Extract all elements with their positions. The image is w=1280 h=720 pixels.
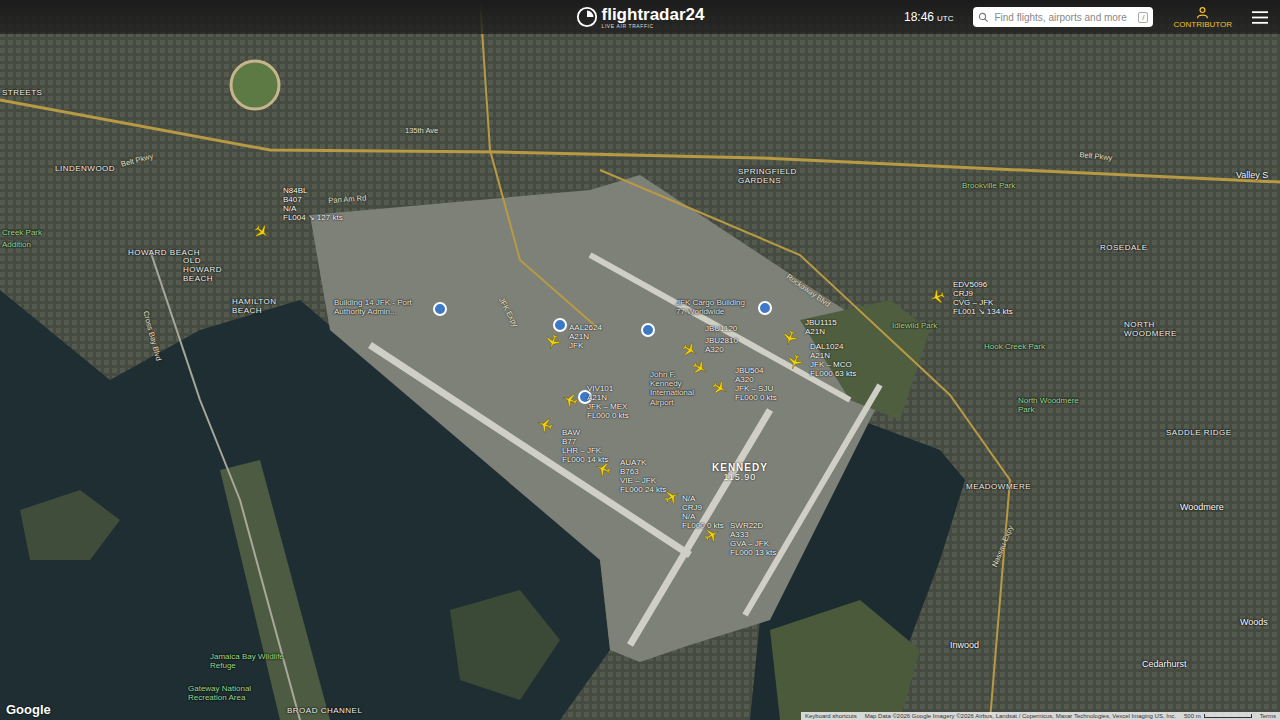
place-label: North Woodmere Park: [1018, 396, 1083, 414]
flight-label[interactable]: EDV5096CRJ9CVG – JFKFL001 ↘ 134 kts: [953, 280, 1013, 316]
logo[interactable]: flightradar24LIVE AIR TRAFFIC: [576, 6, 705, 29]
navaid-label[interactable]: KENNEDY115.90: [712, 462, 768, 483]
flight-label[interactable]: N84BLB407N/AFL004 ↘ 127 kts: [283, 186, 343, 222]
place-label: BROAD CHANNEL: [287, 706, 362, 715]
place-label: STREETS: [2, 88, 42, 97]
shortcuts-link[interactable]: Keyboard shortcuts: [805, 713, 857, 719]
place-label: Jamaica Bay Wildlife Refuge: [210, 652, 295, 670]
terms-link[interactable]: Terms: [1260, 713, 1276, 719]
top-bar: flightradar24LIVE AIR TRAFFIC 18:46UTC Fin…: [0, 0, 1280, 34]
place-label: Idlewild Park: [892, 321, 937, 330]
terminal-icon[interactable]: [433, 302, 447, 316]
flight-label[interactable]: JBU504A320JFK – SJUFL000 0 kts: [735, 366, 777, 402]
search-icon: [978, 12, 989, 23]
attribution-text: Map Data ©2026 Google Imagery ©2026 Airb…: [865, 713, 1176, 719]
place-label: Hook Creek Park: [984, 342, 1045, 351]
place-label: Building 14 JFK - Port Authority Admin..…: [334, 298, 429, 316]
flight-label[interactable]: BAWB77LHR – JFKFL000 14 kts: [562, 428, 608, 464]
place-label: MEADOWMERE: [966, 482, 1031, 491]
place-label: Woods: [1240, 617, 1268, 627]
place-label: SADDLE RIDGE: [1166, 428, 1232, 437]
search-field[interactable]: Find flights, airports and more/: [973, 7, 1153, 27]
clock: 18:46UTC: [904, 10, 953, 24]
terminal-icon[interactable]: [553, 318, 567, 332]
flight-label[interactable]: SWR22DA333GVA – JFKFL000 13 kts: [730, 521, 776, 557]
flight-label[interactable]: JBU2810A320: [705, 336, 738, 354]
flight-label[interactable]: N/ACRJ9N/AFL000 0 kts: [682, 494, 724, 530]
shortcut-key: /: [1138, 12, 1148, 23]
logo-tagline: LIVE AIR TRAFFIC: [602, 24, 705, 29]
place-label: HAMILTON BEACH: [232, 297, 282, 315]
place-label: Cedarhurst: [1142, 659, 1187, 669]
flight-label[interactable]: VIV101A21NJFK – MEXFL000 0 kts: [587, 384, 629, 420]
place-label: HOWARD BEACH: [128, 248, 200, 257]
flight-label[interactable]: DAL1024A21NJFK – MCOFL000 63 kts: [810, 342, 856, 378]
terminal-icon[interactable]: [641, 323, 655, 337]
person-icon: [1196, 6, 1209, 19]
place-label: LINDENWOOD: [55, 164, 115, 173]
place-label: OLD HOWARD BEACH: [183, 256, 238, 284]
place-label: NORTH WOODMERE: [1124, 320, 1189, 338]
menu-icon[interactable]: [1252, 11, 1268, 24]
place-label: ROSEDALE: [1100, 243, 1148, 252]
place-label: JFK Cargo Building 77 Worldwide: [676, 298, 756, 316]
radar-icon: [576, 6, 598, 28]
logo-name: flightradar24: [602, 6, 705, 23]
flight-label[interactable]: JBU1120: [705, 324, 737, 333]
flight-label[interactable]: JBU1115A21N: [805, 318, 837, 336]
road-label: 135th Ave: [405, 126, 438, 135]
google-logo: Google: [6, 702, 51, 717]
flight-map[interactable]: flightradar24LIVE AIR TRAFFIC 18:46UTC Fin…: [0, 0, 1280, 720]
place-label: Inwood: [950, 640, 979, 650]
attribution-bar: Keyboard shortcuts Map Data ©2026 Google …: [801, 712, 1280, 720]
contributor-button[interactable]: CONTRIBUTOR: [1173, 6, 1232, 29]
place-label: Gateway National Recreation Area: [188, 684, 278, 702]
place-label: Woodmere: [1180, 502, 1224, 512]
terminal-icon[interactable]: [758, 301, 772, 315]
scale-bar: 500 m: [1184, 713, 1252, 719]
satellite-map[interactable]: [0, 0, 1280, 720]
place-label: Creek Park: [2, 228, 42, 237]
flight-label[interactable]: AUA7KB763VIE – JFKFL000 24 kts: [620, 458, 666, 494]
place-label: Addition: [2, 240, 31, 249]
place-label: SPRINGFIELD GARDENS: [738, 167, 813, 185]
place-label: John F. Kennedy International Airport: [650, 370, 705, 407]
flight-label[interactable]: AAL2624A21NJFK: [569, 323, 602, 350]
place-label: Valley S: [1236, 170, 1268, 180]
place-label: Brookville Park: [962, 181, 1015, 190]
